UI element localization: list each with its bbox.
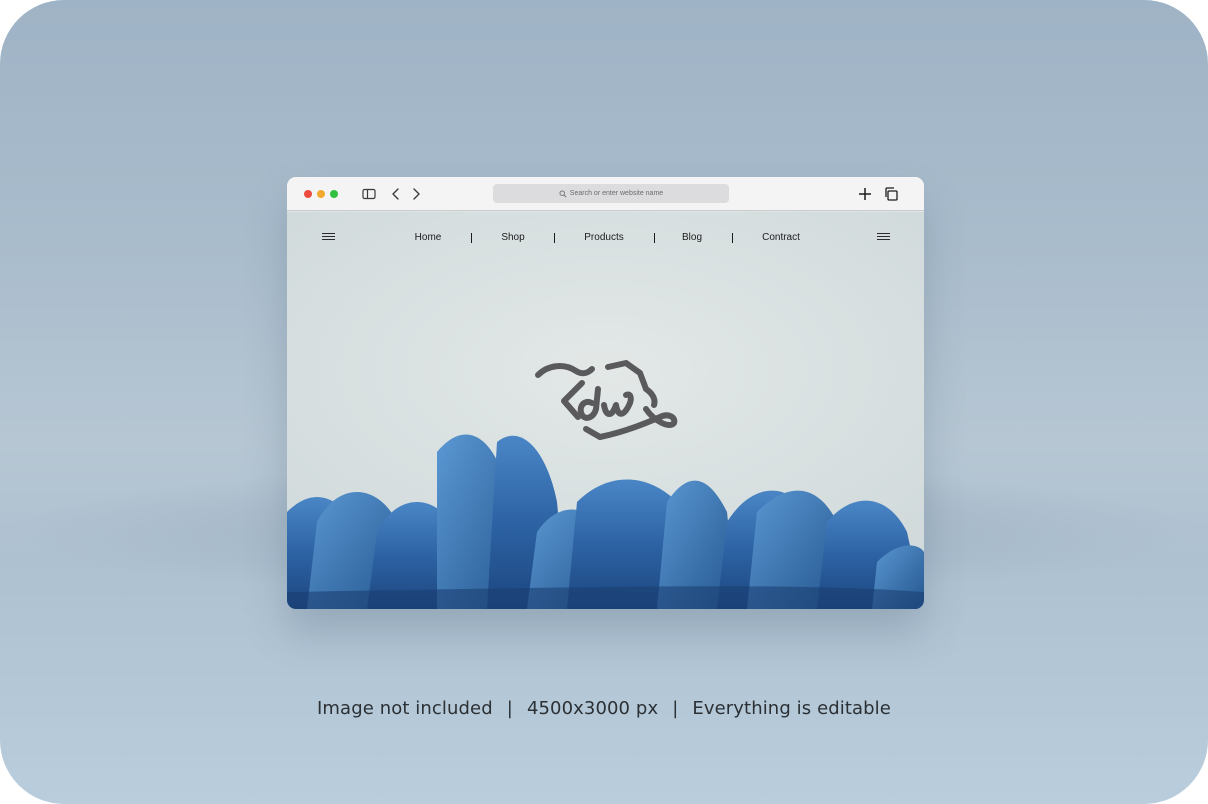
nav-divider	[732, 233, 733, 243]
caption-separator: |	[506, 697, 513, 719]
back-chevron-icon[interactable]	[388, 186, 404, 202]
nav-divider	[471, 233, 472, 243]
maximize-window-button[interactable]	[330, 190, 338, 198]
tab-overview-icon[interactable]	[883, 186, 899, 202]
nav-home[interactable]: Home	[415, 232, 442, 243]
caption-image-note: Image not included	[317, 697, 493, 719]
mockup-caption: Image not included | 4500x3000 px | Ever…	[0, 697, 1208, 719]
nav-shop[interactable]: Shop	[501, 232, 524, 243]
nav-contract[interactable]: Contract	[762, 232, 800, 243]
search-icon	[559, 190, 567, 198]
menu-right-icon[interactable]	[877, 233, 890, 243]
close-window-button[interactable]	[304, 190, 312, 198]
browser-window: Search or enter website name Home Shop P…	[287, 177, 924, 609]
sidebar-toggle-icon[interactable]	[361, 186, 377, 202]
menu-left-icon[interactable]	[322, 233, 335, 243]
address-bar[interactable]: Search or enter website name	[493, 184, 729, 203]
nav-blog[interactable]: Blog	[682, 232, 702, 243]
caption-resolution: 4500x3000 px	[526, 697, 659, 719]
new-tab-plus-icon[interactable]	[857, 186, 873, 202]
minimize-window-button[interactable]	[317, 190, 325, 198]
nav-divider	[554, 233, 555, 243]
caption-editable-note: Everything is editable	[692, 697, 891, 719]
blue-flower-petals	[287, 434, 924, 609]
nav-products[interactable]: Products	[584, 232, 623, 243]
address-placeholder: Search or enter website name	[569, 190, 664, 197]
web-page: Home Shop Products Blog Contract	[287, 212, 924, 609]
caption-separator: |	[672, 697, 679, 719]
mockup-background: Search or enter website name Home Shop P…	[0, 0, 1208, 804]
forward-chevron-icon[interactable]	[408, 186, 424, 202]
nav-divider	[654, 233, 655, 243]
site-navigation: Home Shop Products Blog Contract	[287, 232, 924, 246]
browser-toolbar: Search or enter website name	[287, 177, 924, 211]
